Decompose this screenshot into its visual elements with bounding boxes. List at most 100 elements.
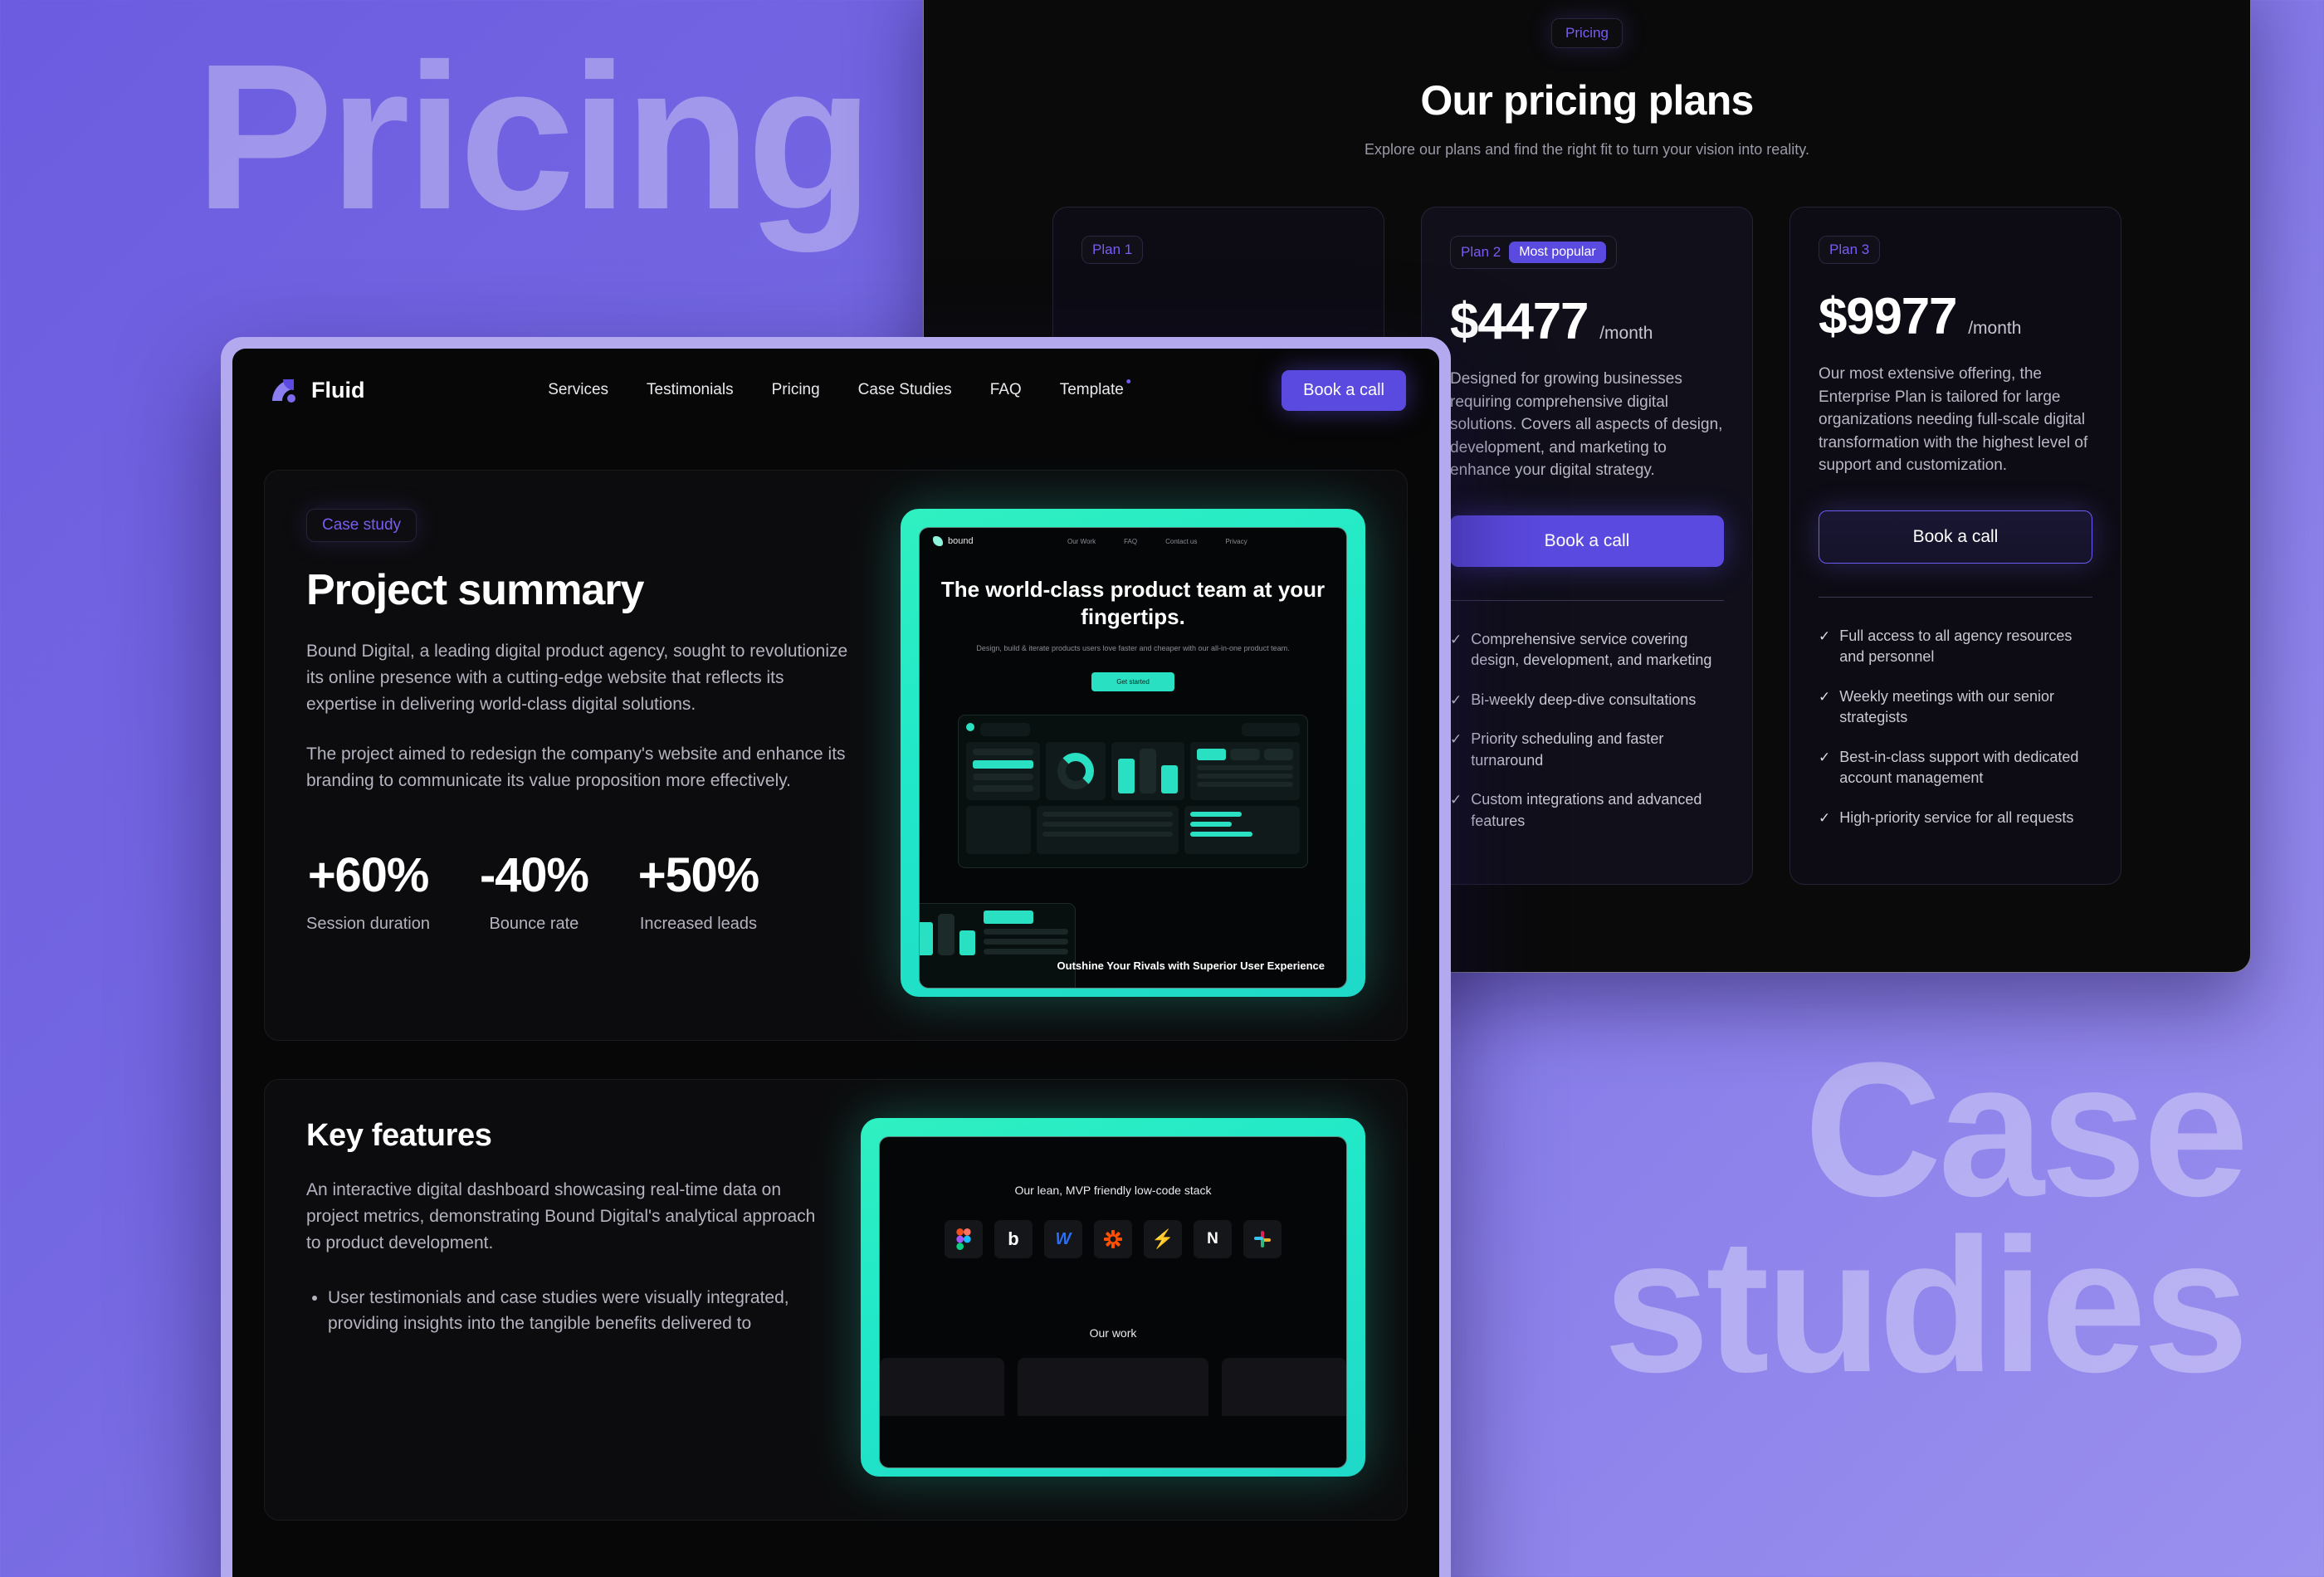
plan-2-price-row: $4477 /month — [1450, 292, 1724, 351]
brand-logo[interactable]: Fluid — [266, 373, 364, 408]
plan-3-tag: Plan 3 — [1829, 242, 1870, 257]
stat-session-duration: +60% Session duration — [306, 847, 430, 934]
project-summary-preview: bound Our Work FAQ Contact us Privacy Th… — [901, 509, 1365, 997]
nav-link-pricing[interactable]: Pricing — [772, 381, 820, 399]
nav-link-template[interactable]: Template — [1059, 379, 1130, 399]
plan-2-description: Designed for growing businesses requirin… — [1450, 370, 1723, 480]
brand-name: Fluid — [311, 377, 365, 403]
nav-link-template-label: Template — [1059, 381, 1124, 398]
key-features-preview: Our lean, MVP friendly low-code stack b … — [861, 1118, 1365, 1477]
plan-3-feature-text: Full access to all agency resources and … — [1839, 627, 2073, 666]
preview-nav-contact: Contact us — [1165, 537, 1198, 545]
bolt-icon: ⚡ — [1144, 1220, 1182, 1258]
preview-dashboard-mockup — [958, 715, 1308, 869]
slack-icon — [1243, 1220, 1282, 1258]
dashboard-list-widget — [966, 742, 1040, 801]
work-card — [880, 1358, 1004, 1416]
pricing-subtitle: Explore our plans and find the right fit… — [1365, 141, 1809, 158]
plan-2-divider — [1450, 599, 1724, 601]
key-features-bullets: User testimonials and case studies were … — [306, 1285, 819, 1337]
browser-window: Fluid Services Testimonials Pricing Case… — [221, 337, 1451, 1577]
plan-2-book-a-call-button[interactable]: Book a call — [1450, 515, 1724, 567]
plan-2-feature: ✓ Comprehensive service covering design, … — [1450, 629, 1724, 671]
stat-label: Increased leads — [639, 914, 758, 933]
plan-3-price-row: $9977 /month — [1819, 287, 2092, 346]
our-work-cards — [880, 1358, 1346, 1416]
project-summary-section: Case study Project summary Bound Digital… — [264, 470, 1408, 1041]
nav-links: Services Testimonials Pricing Case Studi… — [548, 379, 1130, 399]
plan-2-feature-text: Bi-weekly deep-dive consultations — [1471, 691, 1697, 708]
project-summary-paragraph-1: Bound Digital, a leading digital product… — [306, 642, 848, 714]
stack-glow-frame: Our lean, MVP friendly low-code stack b … — [861, 1118, 1365, 1477]
plan-1-tag: Plan 1 — [1092, 242, 1133, 257]
site-navbar: Fluid Services Testimonials Pricing Case… — [232, 349, 1439, 432]
browser-viewport: Fluid Services Testimonials Pricing Case… — [232, 349, 1439, 1577]
dashboard-rows-widget — [966, 806, 1300, 855]
stat-bounce-rate: -40% Bounce rate — [480, 847, 589, 934]
plan-2-feature-text: Comprehensive service covering design, d… — [1471, 630, 1712, 669]
check-icon: ✓ — [1819, 627, 1831, 644]
preview-footer-caption: Outshine Your Rivals with Superior User … — [1057, 959, 1325, 973]
dashboard-skeleton — [1241, 723, 1300, 737]
webflow-icon: W — [1044, 1220, 1082, 1258]
plan-3-book-a-call-button[interactable]: Book a call — [1819, 510, 2092, 564]
plan-2-feature: ✓ Custom integrations and advanced featur… — [1450, 789, 1724, 832]
plan-2-period: /month — [1599, 324, 1653, 343]
key-features-title: Key features — [306, 1118, 492, 1153]
plan-3-feature-text: Best-in-class support with dedicated acc… — [1839, 748, 2079, 787]
dashboard-bars-widget — [1111, 742, 1185, 801]
nav-link-testimonials[interactable]: Testimonials — [647, 381, 734, 399]
preview-hero: The world-class product team at your fin… — [920, 576, 1346, 692]
bubble-icon: b — [994, 1220, 1033, 1258]
key-features-paragraph: An interactive digital dashboard showcas… — [306, 1180, 816, 1252]
nav-book-a-call-button[interactable]: Book a call — [1282, 369, 1406, 411]
dashboard-table-widget — [1190, 742, 1300, 801]
plan-3-description: Our most extensive offering, the Enterpr… — [1819, 365, 2088, 475]
nav-link-case-studies[interactable]: Case Studies — [858, 381, 952, 399]
plan-3-feature: ✓ High-priority service for all requests — [1819, 808, 2092, 829]
stack-screenshot: Our lean, MVP friendly low-code stack b … — [879, 1136, 1347, 1468]
preview-nav-links: Our Work FAQ Contact us Privacy — [1067, 538, 1247, 545]
preview-glow-frame: bound Our Work FAQ Contact us Privacy Th… — [901, 509, 1365, 997]
bound-logo: bound — [933, 536, 974, 546]
stat-label: Bounce rate — [489, 914, 579, 933]
bound-logo-text: bound — [948, 536, 974, 546]
check-icon: ✓ — [1819, 688, 1831, 705]
most-popular-badge: Most popular — [1509, 242, 1606, 263]
stack-icons-row: b W ⚡ N — [880, 1220, 1346, 1258]
key-features-bullet: User testimonials and case studies were … — [328, 1285, 819, 1337]
bound-logo-icon — [933, 536, 943, 546]
plan-3-divider — [1819, 596, 2092, 598]
stat-increased-leads: +50% Increased leads — [638, 847, 759, 934]
dashboard-list — [1037, 806, 1179, 855]
dashboard-dot-icon — [966, 723, 975, 732]
dashboard-list — [1184, 806, 1300, 855]
check-icon: ✓ — [1450, 631, 1462, 647]
plan-3-badges: Plan 3 — [1819, 236, 1881, 264]
check-icon: ✓ — [1450, 691, 1462, 708]
zapier-icon — [1094, 1220, 1132, 1258]
key-features-section: Key features An interactive digital dash… — [264, 1079, 1408, 1521]
preview-nav-our-work: Our Work — [1067, 537, 1096, 545]
figma-icon — [945, 1220, 983, 1258]
plan-card-3: Plan 3 $9977 /month Our most extensive o… — [1789, 207, 2121, 885]
plan-3-feature: ✓ Best-in-class support with dedicated ac… — [1819, 747, 2092, 789]
project-stats: +60% Session duration -40% Bounce rate +… — [306, 847, 859, 934]
notion-icon: N — [1194, 1220, 1232, 1258]
nav-link-faq[interactable]: FAQ — [990, 381, 1022, 399]
plan-2-feature: ✓ Bi-weekly deep-dive consultations — [1450, 690, 1724, 711]
project-summary-text: Case study Project summary Bound Digital… — [306, 509, 859, 997]
plan-3-feature-text: Weekly meetings with our senior strategi… — [1839, 687, 2055, 726]
plan-2-feature-text: Priority scheduling and faster turnaroun… — [1471, 730, 1664, 769]
project-summary-title: Project summary — [306, 566, 644, 614]
nav-link-services[interactable]: Services — [548, 381, 608, 399]
plan-1-badges: Plan 1 — [1081, 236, 1144, 264]
check-icon: ✓ — [1819, 810, 1831, 827]
dashboard-widgets-row — [966, 742, 1300, 801]
preview-mini-dashboard — [920, 903, 1076, 988]
plan-3-period: /month — [1968, 319, 2022, 338]
plan-2-feature-text: Custom integrations and advanced feature… — [1471, 791, 1702, 830]
project-summary-paragraph-2: The project aimed to redesign the compan… — [306, 744, 846, 790]
key-features-text: Key features An interactive digital dash… — [306, 1118, 819, 1477]
plan-2-tag: Plan 2 — [1461, 244, 1501, 260]
